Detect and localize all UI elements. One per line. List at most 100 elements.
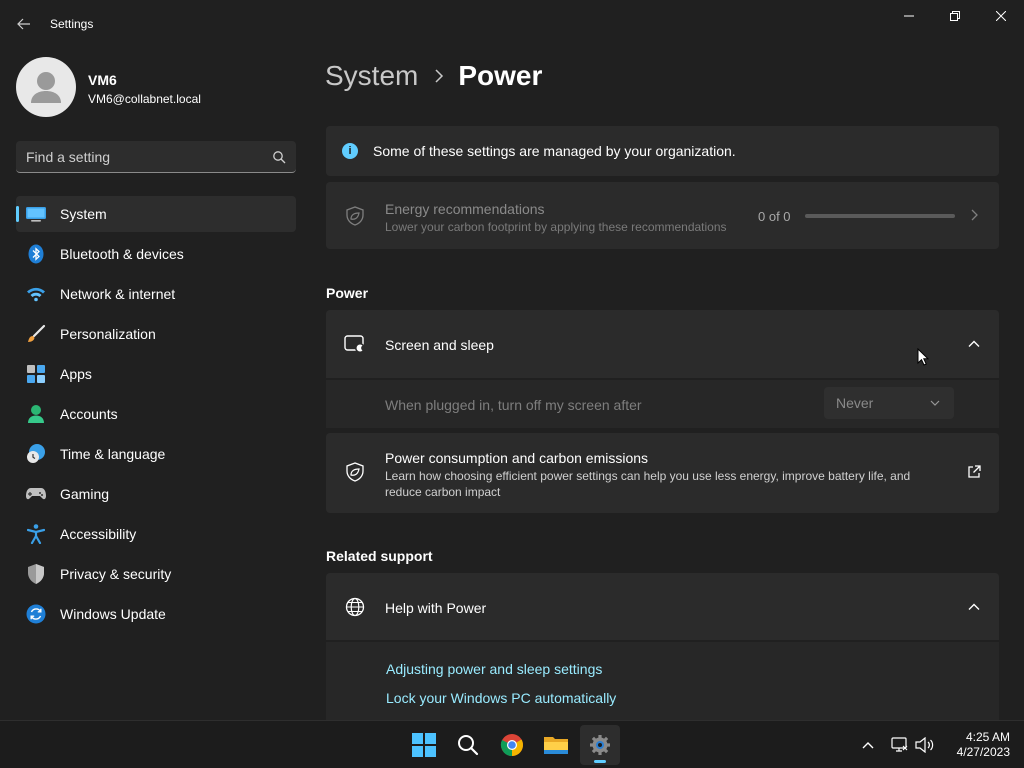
- screen-and-sleep-expander[interactable]: Screen and sleep: [326, 310, 999, 378]
- consumption-title: Power consumption and carbon emissions: [385, 450, 649, 466]
- breadcrumb-parent[interactable]: System: [325, 60, 418, 92]
- clock-date: 4/27/2023: [956, 745, 1010, 759]
- sidebar-item-system[interactable]: System: [16, 196, 296, 232]
- settings-search-box[interactable]: [16, 141, 296, 173]
- accessibility-icon: [26, 524, 46, 544]
- managed-by-org-banner: i Some of these settings are managed by …: [326, 126, 999, 176]
- sidebar-item-label: Privacy & security: [60, 566, 172, 582]
- close-icon: [996, 11, 1006, 21]
- consumption-description: Learn how choosing efficient power setti…: [385, 469, 911, 499]
- sidebar-item-time-language[interactable]: Time & language: [16, 436, 296, 472]
- chrome-icon: [500, 734, 523, 756]
- chevron-up-icon[interactable]: [967, 337, 981, 351]
- sidebar-item-label: System: [60, 206, 107, 222]
- search-icon: [458, 735, 479, 756]
- screen-timeout-dropdown[interactable]: Never: [824, 387, 954, 419]
- user-email: VM6@collabnet.local: [88, 92, 201, 106]
- sidebar-item-bluetooth[interactable]: Bluetooth & devices: [16, 236, 296, 272]
- tray-overflow-button[interactable]: [858, 735, 878, 755]
- file-explorer-button[interactable]: [536, 725, 576, 765]
- info-icon: i: [342, 143, 358, 159]
- file-explorer-icon: [544, 737, 568, 754]
- sidebar-item-privacy[interactable]: Privacy & security: [16, 556, 296, 592]
- power-consumption-card[interactable]: Power consumption and carbon emissions L…: [326, 433, 999, 513]
- plugged-in-screen-label: When plugged in, turn off my screen afte…: [385, 397, 642, 413]
- related-support-title: Related support: [326, 548, 433, 564]
- help-with-power-expander[interactable]: Help with Power: [326, 573, 999, 640]
- sidebar-item-label: Time & language: [60, 446, 166, 462]
- chevron-up-icon[interactable]: [967, 600, 981, 614]
- help-link-lock-pc[interactable]: Lock your Windows PC automatically: [386, 690, 616, 706]
- user-profile[interactable]: VM6 VM6@collabnet.local: [16, 57, 296, 117]
- network-tray-button[interactable]: [890, 735, 910, 755]
- clock-time: 4:25 AM: [965, 730, 1010, 744]
- sidebar-item-label: Gaming: [60, 486, 110, 502]
- sidebar-item-accessibility[interactable]: Accessibility: [16, 516, 296, 552]
- search-icon[interactable]: [272, 150, 286, 164]
- minimize-icon: [904, 15, 914, 17]
- start-button[interactable]: [404, 725, 444, 765]
- update-icon: [26, 604, 46, 624]
- volume-icon: [915, 737, 934, 753]
- app-title: Settings: [50, 17, 94, 31]
- sidebar-item-windows-update[interactable]: Windows Update: [16, 596, 296, 632]
- clock-globe-icon: [26, 444, 46, 464]
- sidebar-item-apps[interactable]: Apps: [16, 356, 296, 392]
- network-icon: [891, 737, 908, 752]
- back-button[interactable]: [10, 10, 38, 38]
- energy-title: Energy recommendations: [385, 201, 545, 217]
- energy-count: 0 of 0: [758, 209, 791, 224]
- page-title: Power: [458, 60, 543, 91]
- volume-tray-button[interactable]: [915, 735, 935, 755]
- screen-sleep-title: Screen and sleep: [385, 337, 494, 353]
- leaf-shield-icon: [344, 461, 366, 483]
- accounts-icon: [26, 404, 46, 424]
- user-silhouette-icon: [31, 72, 61, 103]
- screen-sleep-icon: [344, 333, 366, 355]
- gamepad-icon: [26, 484, 46, 504]
- sidebar-item-gaming[interactable]: Gaming: [16, 476, 296, 512]
- help-links-panel: Adjusting power and sleep settings Lock …: [326, 642, 999, 720]
- title-bar: Settings: [0, 0, 1024, 48]
- shield-icon: [26, 564, 46, 584]
- sidebar-item-label: Bluetooth & devices: [60, 246, 184, 262]
- sidebar-item-label: Apps: [60, 366, 92, 382]
- chevron-right-icon: [971, 209, 978, 221]
- close-button[interactable]: [978, 4, 1024, 28]
- sidebar-item-accounts[interactable]: Accounts: [16, 396, 296, 432]
- taskbar-search-button[interactable]: [448, 725, 488, 765]
- external-link-icon[interactable]: [967, 465, 981, 479]
- energy-subtitle: Lower your carbon footprint by applying …: [385, 220, 727, 234]
- settings-taskbar-button[interactable]: [580, 725, 620, 765]
- mouse-cursor-icon: [917, 348, 929, 366]
- active-app-indicator: [594, 760, 606, 763]
- brush-icon: [26, 324, 46, 344]
- sidebar-item-label: Network & internet: [60, 286, 176, 302]
- sidebar-item-label: Personalization: [60, 326, 156, 342]
- settings-icon: [590, 735, 610, 755]
- breadcrumb: System Power: [325, 58, 542, 94]
- minimize-button[interactable]: [886, 4, 932, 28]
- sidebar-nav: System Bluetooth & devices Network & int…: [16, 196, 296, 636]
- energy-recommendations-card[interactable]: Energy recommendations Lower your carbon…: [326, 182, 999, 249]
- sidebar-item-label: Accessibility: [60, 526, 137, 542]
- chevron-up-icon: [862, 742, 874, 749]
- search-input[interactable]: [26, 141, 266, 172]
- sidebar-item-label: Accounts: [60, 406, 118, 422]
- chrome-button[interactable]: [492, 725, 532, 765]
- restore-icon: [950, 11, 960, 21]
- help-link-power-sleep[interactable]: Adjusting power and sleep settings: [386, 661, 602, 677]
- chevron-right-icon: [434, 69, 444, 83]
- restore-button[interactable]: [932, 4, 978, 28]
- energy-progress-bar: [805, 214, 955, 218]
- start-icon: [412, 733, 436, 757]
- taskbar-clock[interactable]: 4:25 AM 4/27/2023: [940, 730, 1010, 760]
- sidebar-item-personalization[interactable]: Personalization: [16, 316, 296, 352]
- leaf-shield-icon: [346, 206, 364, 226]
- bluetooth-icon: [26, 244, 46, 264]
- help-title: Help with Power: [385, 600, 487, 616]
- wifi-icon: [26, 284, 46, 304]
- sidebar-item-network[interactable]: Network & internet: [16, 276, 296, 312]
- dropdown-value: Never: [836, 395, 874, 411]
- screen-sleep-option-row: When plugged in, turn off my screen afte…: [326, 380, 999, 428]
